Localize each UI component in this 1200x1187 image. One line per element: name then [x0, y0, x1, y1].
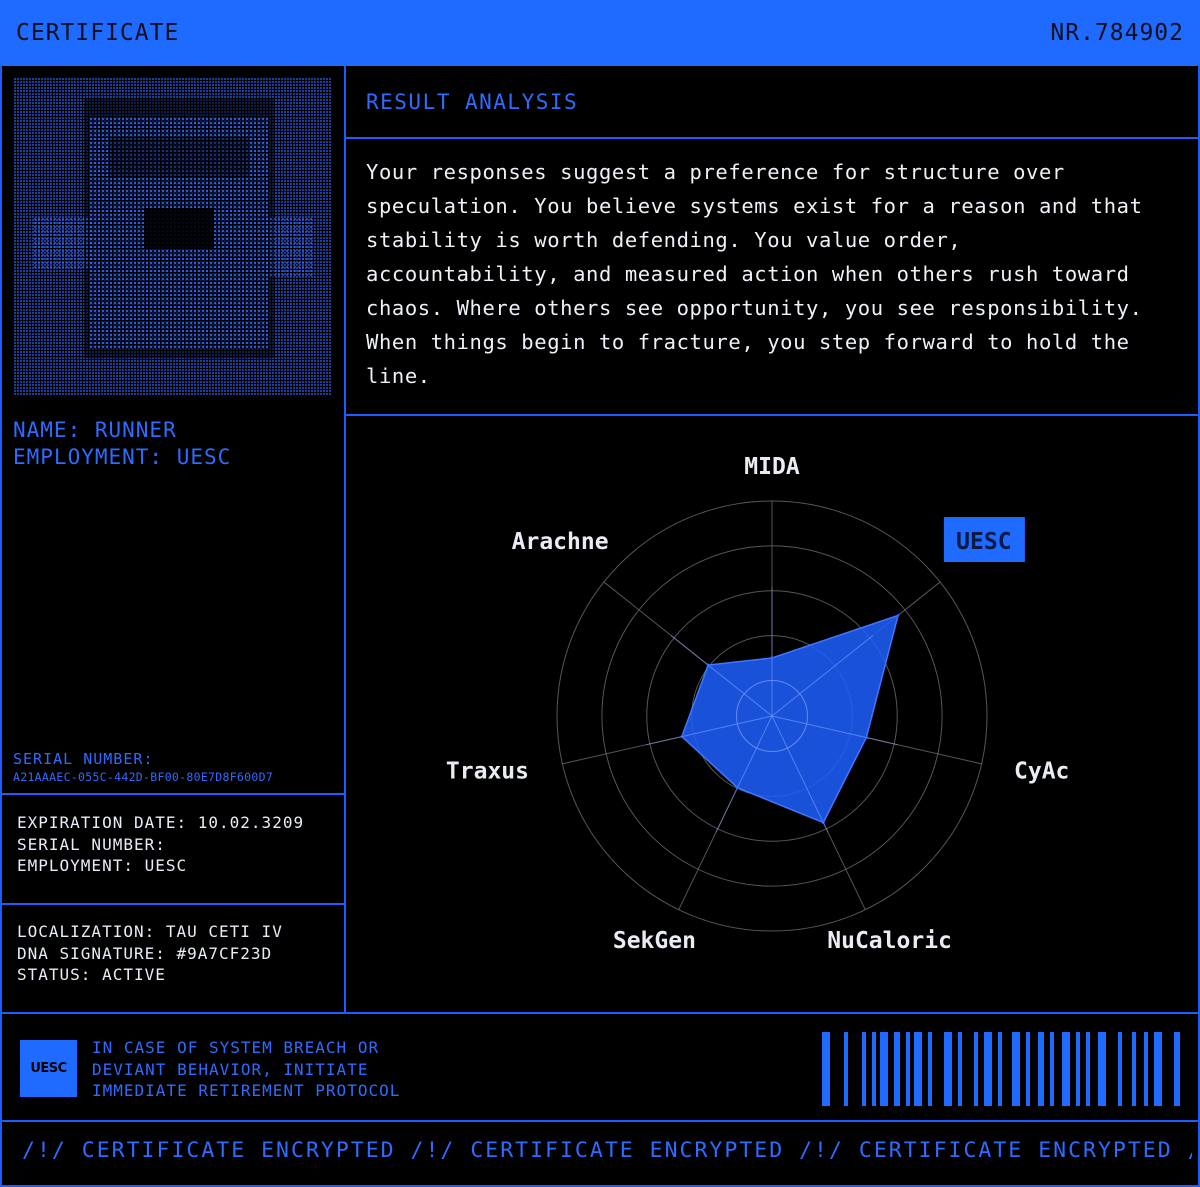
status-text: STATUS: ACTIVE — [17, 965, 166, 984]
radar-value-area — [680, 614, 900, 824]
axis-label: CyAc — [1014, 758, 1069, 784]
axis-label: NuCaloric — [827, 928, 952, 954]
radar-point — [896, 613, 900, 617]
serial-value: A21AAAEC-055C-442D-BF00-80E7D8F600D7 — [13, 770, 274, 784]
axis-label: UESC — [956, 529, 1011, 555]
warning-line: DEVIANT BEHAVIOR, INITIATE — [92, 1059, 369, 1079]
divider — [0, 1120, 1200, 1122]
details-employment: EMPLOYMENT: UESC — [17, 856, 188, 875]
warning-line: IN CASE OF SYSTEM BREACH OR — [92, 1038, 380, 1057]
expiration-date: EXPIRATION DATE: 10.02.3209 — [17, 813, 305, 832]
axis-label: Traxus — [446, 758, 529, 784]
divider — [0, 793, 346, 795]
name-line: NAME: RUNNER — [13, 418, 177, 442]
certificate-number: NR.784902 — [1050, 20, 1184, 46]
warning-text: IN CASE OF SYSTEM BREACH OR DEVIANT BEHA… — [92, 1037, 400, 1102]
ascii-portrait — [14, 78, 332, 396]
analysis-title: RESULT ANALYSIS — [366, 90, 579, 114]
radar-chart: MIDA UESC CyAc NuCaloric SekGen Traxus Arachne — [446, 454, 1069, 954]
divider — [346, 414, 1198, 416]
identity-block: NAME: RUNNER EMPLOYMENT: UESC — [13, 417, 231, 471]
divider — [0, 1012, 1200, 1014]
uesc-logo: UESC — [20, 1040, 77, 1097]
dna-signature: DNA SIGNATURE: #9A7CF23D — [17, 943, 273, 963]
details-serial: SERIAL NUMBER: — [17, 834, 166, 854]
employment-line: EMPLOYMENT: UESC — [13, 445, 232, 469]
column-divider — [344, 66, 346, 1014]
warning-line: IMMEDIATE RETIREMENT PROTOCOL — [92, 1081, 401, 1100]
localization: LOCALIZATION: TAU CETI IV — [17, 922, 283, 941]
divider — [0, 903, 346, 905]
status-block: LOCALIZATION: TAU CETI IV DNA SIGNATURE:… — [17, 921, 283, 986]
serial-label: SERIAL NUMBER: — [13, 750, 154, 768]
axis-label: MIDA — [744, 454, 800, 480]
axis-label: Arachne — [512, 529, 609, 555]
serial-block: SERIAL NUMBER: A21AAAEC-055C-442D-BF00-8… — [13, 750, 273, 784]
certificate-header: CERTIFICATE NR.784902 — [0, 0, 1200, 66]
barcode — [822, 1032, 1180, 1106]
analysis-text: Your responses suggest a preference for … — [366, 160, 1143, 388]
certificate-title: CERTIFICATE — [16, 20, 180, 46]
axis-label: SekGen — [613, 928, 696, 954]
details-block: EXPIRATION DATE: 10.02.3209 SERIAL NUMBE… — [17, 812, 304, 877]
encrypted-ticker: /!/ CERTIFICATE ENCRYPTED /!/ CERTIFICAT… — [22, 1138, 1192, 1163]
divider — [346, 137, 1198, 139]
